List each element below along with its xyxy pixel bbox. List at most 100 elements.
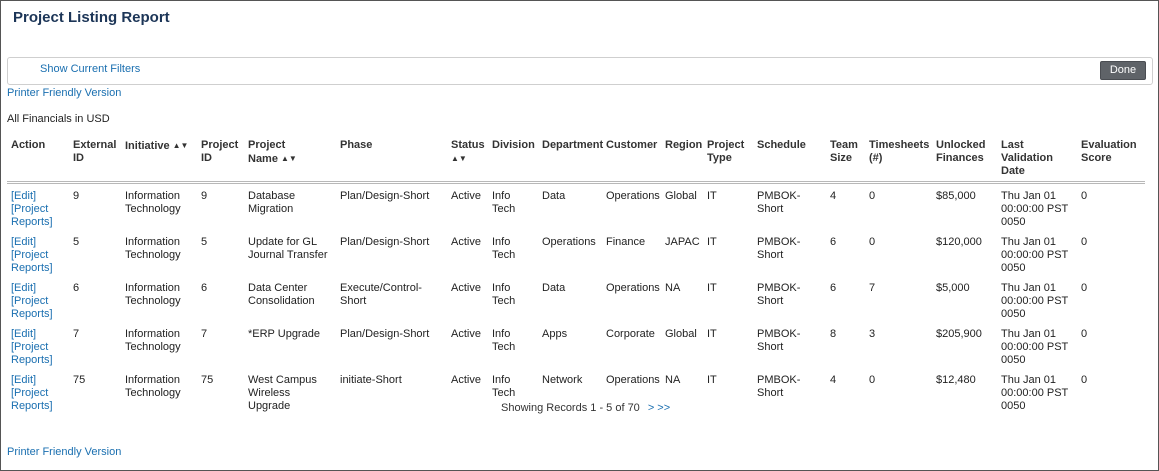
cell-phase: Execute/Control-Short bbox=[340, 282, 422, 307]
col-initiative[interactable]: Initiative ▲▼ bbox=[121, 139, 197, 184]
cell-timesheets: 7 bbox=[869, 282, 876, 294]
cell-phase: Plan/Design-Short bbox=[340, 190, 430, 202]
cell-action: [Edit] [Project Reports] bbox=[7, 232, 69, 278]
col-division: Division bbox=[488, 139, 538, 184]
records-summary: Showing Records 1 - 5 of 70 bbox=[501, 402, 640, 414]
col-project-name[interactable]: Project Name ▲▼ bbox=[244, 139, 336, 184]
cell-external-id: 5 bbox=[73, 236, 80, 248]
cell-status: Active bbox=[451, 282, 481, 294]
cell-schedule: PMBOK-Short bbox=[757, 236, 801, 261]
cell-project-id: 5 bbox=[201, 236, 208, 248]
table-row: [Edit] [Project Reports] 9 Information Tech… bbox=[7, 183, 1145, 233]
cell-project-name: *ERP Upgrade bbox=[248, 328, 320, 340]
edit-link[interactable]: [Edit] bbox=[11, 190, 67, 203]
edit-link[interactable]: [Edit] bbox=[11, 374, 67, 387]
col-unlocked-finances: Unlocked Finances bbox=[932, 139, 997, 184]
cell-timesheets: 0 bbox=[869, 374, 876, 386]
cell-project-name: Database Migration bbox=[248, 190, 296, 215]
cell-project-type: IT bbox=[707, 190, 717, 202]
cell-last-validation: Thu Jan 01 00:00:00 PST 0050 bbox=[1001, 190, 1069, 228]
cell-project-type: IT bbox=[707, 236, 717, 248]
cell-schedule: PMBOK-Short bbox=[757, 328, 801, 353]
cell-schedule: PMBOK-Short bbox=[757, 374, 801, 399]
done-button[interactable]: Done bbox=[1100, 61, 1146, 80]
cell-unlocked-finances: $205,900 bbox=[936, 328, 982, 340]
cell-evaluation-score: 0 bbox=[1081, 374, 1088, 386]
cell-customer: Finance bbox=[606, 236, 646, 248]
col-project-type: Project Type bbox=[703, 139, 753, 184]
cell-project-type: IT bbox=[707, 328, 717, 340]
cell-customer: Operations bbox=[606, 190, 660, 202]
col-project-id: Project ID bbox=[197, 139, 244, 184]
project-reports-link[interactable]: [Project Reports] bbox=[11, 203, 67, 229]
cell-action: [Edit] [Project Reports] bbox=[7, 370, 69, 416]
cell-external-id: 7 bbox=[73, 328, 80, 340]
edit-link[interactable]: [Edit] bbox=[11, 236, 67, 249]
project-reports-link[interactable]: [Project Reports] bbox=[11, 341, 67, 367]
cell-division: Info Tech bbox=[492, 190, 516, 215]
cell-timesheets: 0 bbox=[869, 190, 876, 202]
cell-action: [Edit] [Project Reports] bbox=[7, 183, 69, 233]
cell-project-type: IT bbox=[707, 282, 717, 294]
cell-last-validation: Thu Jan 01 00:00:00 PST 0050 bbox=[1001, 282, 1069, 320]
col-customer: Customer bbox=[602, 139, 661, 184]
col-phase: Phase bbox=[336, 139, 447, 184]
cell-unlocked-finances: $12,480 bbox=[936, 374, 976, 386]
show-current-filters-link[interactable]: Show Current Filters bbox=[40, 63, 140, 75]
cell-evaluation-score: 0 bbox=[1081, 190, 1088, 202]
col-status[interactable]: Status ▲▼ bbox=[447, 139, 488, 184]
edit-link[interactable]: [Edit] bbox=[11, 328, 67, 341]
cell-evaluation-score: 0 bbox=[1081, 236, 1088, 248]
next-page-link[interactable]: > >> bbox=[648, 402, 670, 414]
cell-schedule: PMBOK-Short bbox=[757, 190, 801, 215]
col-schedule: Schedule bbox=[753, 139, 826, 184]
cell-team-size: 4 bbox=[830, 374, 837, 386]
cell-team-size: 6 bbox=[830, 236, 837, 248]
sort-updown-icon[interactable]: ▲▼ bbox=[451, 154, 467, 163]
cell-region: JAPAC bbox=[665, 236, 700, 248]
cell-evaluation-score: 0 bbox=[1081, 328, 1088, 340]
col-team-size: Team Size bbox=[826, 139, 865, 184]
edit-link[interactable]: [Edit] bbox=[11, 282, 67, 295]
col-region: Region bbox=[661, 139, 703, 184]
cell-division: Info Tech bbox=[492, 282, 516, 307]
table-row: [Edit] [Project Reports] 7 Information Tech… bbox=[7, 324, 1145, 370]
cell-initiative: Information Technology bbox=[125, 374, 181, 399]
report-window: Project Listing Report Show Current Filt… bbox=[0, 0, 1159, 471]
col-action: Action bbox=[7, 139, 69, 184]
cell-initiative: Information Technology bbox=[125, 328, 181, 353]
sort-updown-icon[interactable]: ▲▼ bbox=[281, 154, 297, 163]
col-external-id: External ID bbox=[69, 139, 121, 184]
cell-status: Active bbox=[451, 374, 481, 386]
col-department: Department bbox=[538, 139, 603, 184]
cell-region: Global bbox=[665, 328, 697, 340]
cell-unlocked-finances: $120,000 bbox=[936, 236, 982, 248]
project-reports-link[interactable]: [Project Reports] bbox=[11, 295, 67, 321]
project-reports-link[interactable]: [Project Reports] bbox=[11, 249, 67, 275]
cell-region: Global bbox=[665, 190, 697, 202]
cell-team-size: 6 bbox=[830, 282, 837, 294]
cell-unlocked-finances: $85,000 bbox=[936, 190, 976, 202]
cell-division: Info Tech bbox=[492, 236, 516, 261]
cell-project-id: 75 bbox=[201, 374, 214, 386]
cell-department: Operations bbox=[542, 236, 596, 248]
cell-project-name: West Campus Wireless Upgrade bbox=[248, 374, 317, 412]
financials-note: All Financials in USD bbox=[7, 113, 110, 125]
table-header-row: Action External ID Initiative ▲▼ Project … bbox=[7, 139, 1145, 184]
cell-project-id: 7 bbox=[201, 328, 208, 340]
cell-division: Info Tech bbox=[492, 328, 516, 353]
printer-friendly-link-top[interactable]: Printer Friendly Version bbox=[7, 87, 121, 99]
sort-updown-icon[interactable]: ▲▼ bbox=[173, 141, 189, 150]
project-reports-link[interactable]: [Project Reports] bbox=[11, 387, 67, 413]
cell-external-id: 9 bbox=[73, 190, 80, 202]
cell-department: Data bbox=[542, 282, 566, 294]
cell-status: Active bbox=[451, 190, 481, 202]
cell-project-type: IT bbox=[707, 374, 717, 386]
cell-status: Active bbox=[451, 236, 481, 248]
cell-team-size: 4 bbox=[830, 190, 837, 202]
cell-last-validation: Thu Jan 01 00:00:00 PST 0050 bbox=[1001, 328, 1069, 366]
table-row: [Edit] [Project Reports] 6 Information Tech… bbox=[7, 278, 1145, 324]
pagination: Showing Records 1 - 5 of 70 > >> bbox=[501, 402, 670, 414]
printer-friendly-link-bottom[interactable]: Printer Friendly Version bbox=[7, 446, 121, 458]
cell-external-id: 75 bbox=[73, 374, 86, 386]
